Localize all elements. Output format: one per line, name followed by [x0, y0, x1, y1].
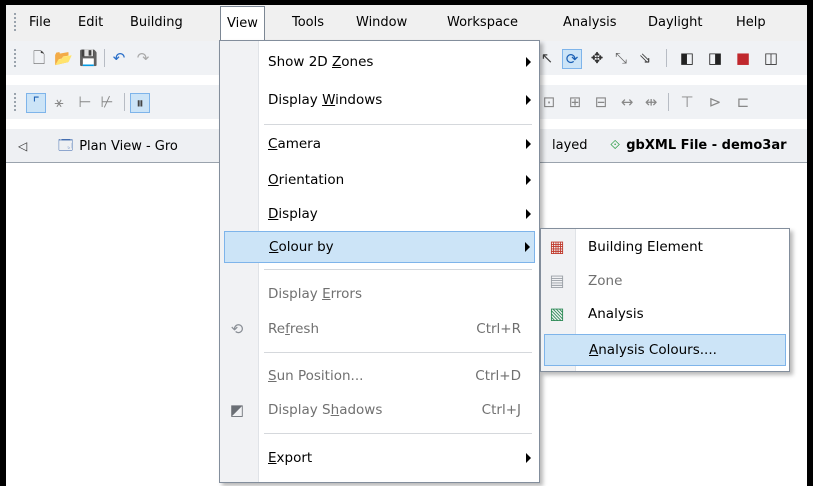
toolbar-separator: [104, 49, 105, 67]
toolbar-grip[interactable]: [14, 49, 16, 67]
measure-icon[interactable]: ↔: [618, 93, 636, 111]
analysis-colour-icon: ▧: [549, 304, 565, 323]
menubar-grip[interactable]: [14, 13, 16, 33]
grid-snap-icon[interactable]: ⊞: [566, 93, 584, 111]
submenu-arrow-icon: [526, 453, 531, 463]
menu-file[interactable]: File: [29, 13, 51, 33]
menu-item-camera[interactable]: Camera: [224, 129, 535, 159]
open-folder-icon[interactable]: 📂: [54, 49, 73, 67]
submenu-item-analysis[interactable]: ▧ Analysis: [544, 299, 786, 329]
tab-displayed[interactable]: layed: [552, 134, 588, 158]
plane-icon[interactable]: ⊡: [540, 93, 558, 111]
menu-building[interactable]: Building: [130, 13, 183, 33]
pan-icon[interactable]: ✥: [588, 49, 606, 67]
refresh-shortcut: Ctrl+R: [476, 321, 521, 337]
align-right-icon[interactable]: ⊳: [706, 93, 724, 111]
toolbar-separator: [668, 93, 669, 111]
menu-item-export[interactable]: Export: [224, 443, 535, 473]
window-frame-right: [807, 0, 813, 486]
tab-plan-view[interactable]: 🗔 Plan View - Gro: [58, 134, 178, 158]
toolbar-separator: [666, 49, 667, 67]
menu-window[interactable]: Window: [356, 13, 407, 33]
menu-daylight[interactable]: Daylight: [648, 13, 702, 33]
shadows-icon: ◩: [229, 401, 245, 419]
redo-icon[interactable]: ↷: [134, 49, 152, 67]
menu-analysis[interactable]: Analysis: [563, 13, 617, 33]
menu-edit[interactable]: Edit: [78, 13, 103, 33]
submenu-item-building-element[interactable]: ▦ Building Element: [544, 232, 786, 262]
submenu-item-zone[interactable]: ▤ Zone: [544, 266, 786, 296]
menu-view[interactable]: View: [220, 6, 265, 40]
menu-separator: [264, 433, 532, 434]
menu-separator: [264, 269, 532, 270]
submenu-item-analysis-colours[interactable]: Analysis Colours....: [544, 334, 786, 366]
align-top-icon[interactable]: ⊤: [678, 93, 696, 111]
dimension-icon[interactable]: ⊢: [76, 93, 94, 111]
save-icon[interactable]: 💾: [79, 49, 98, 67]
menu-item-display[interactable]: Display: [224, 199, 535, 229]
tab-gbxml-file[interactable]: ⟐ gbXML File - demo3ar: [610, 134, 787, 158]
view-menu-dropdown: Show 2D Zones Display Windows Camera Ori…: [219, 40, 540, 483]
menu-item-display-shadows[interactable]: ◩ Display Shadows Ctrl+J: [224, 395, 535, 425]
submenu-arrow-icon: [526, 209, 531, 219]
menu-bar: File Edit Building View Tools Window Wor…: [6, 5, 807, 41]
angle-dimension-icon[interactable]: ⊬: [98, 93, 116, 111]
building-element-colour-icon: ▦: [549, 237, 565, 256]
menu-workspace[interactable]: Workspace: [447, 13, 518, 33]
menu-separator: [264, 352, 532, 353]
box-red-icon[interactable]: ■: [734, 49, 752, 67]
box-solid-icon[interactable]: ◨: [706, 49, 724, 67]
tab-plan-view-label: Plan View - Gro: [79, 139, 178, 154]
menu-separator: [264, 124, 532, 125]
menu-item-colour-by[interactable]: Colour by: [224, 231, 535, 263]
colour-by-submenu: ▦ Building Element ▤ Zone ▧ Analysis Ana…: [540, 228, 790, 372]
zoom-icon[interactable]: ⤡: [612, 49, 630, 67]
menu-item-sun-position[interactable]: Sun Position... Ctrl+D: [224, 361, 535, 391]
menu-tools[interactable]: Tools: [292, 13, 324, 33]
submenu-arrow-icon: [526, 95, 531, 105]
submenu-arrow-icon: [525, 242, 530, 252]
select-icon[interactable]: ⇘: [636, 49, 654, 67]
tabs-scroll-left-icon[interactable]: ◁: [18, 134, 27, 158]
align-edge-icon[interactable]: ⊏: [734, 93, 752, 111]
menu-item-refresh[interactable]: ⟲ Refresh Ctrl+R: [224, 314, 535, 344]
cursor-icon[interactable]: ↖: [538, 49, 556, 67]
submenu-arrow-icon: [526, 139, 531, 149]
submenu-arrow-icon: [526, 175, 531, 185]
menu-item-display-errors[interactable]: Display Errors: [224, 279, 535, 309]
refresh-icon: ⟲: [230, 320, 244, 338]
submenu-arrow-icon: [526, 57, 531, 67]
wall-corner-icon[interactable]: ⌜: [26, 93, 46, 113]
sun-position-shortcut: Ctrl+D: [475, 368, 521, 384]
plan-view-icon: 🗔: [58, 138, 74, 154]
gbxml-icon: ⟐: [610, 138, 621, 153]
undo-icon[interactable]: ↶: [110, 49, 128, 67]
split-icon[interactable]: ⚹: [50, 93, 68, 111]
menu-item-orientation[interactable]: Orientation: [224, 165, 535, 195]
box-wire-icon[interactable]: ◫: [762, 49, 780, 67]
display-shadows-shortcut: Ctrl+J: [481, 402, 521, 418]
menu-item-display-windows[interactable]: Display Windows: [224, 85, 535, 115]
tab-gbxml-label: gbXML File - demo3ar: [626, 138, 787, 153]
zone-colour-icon: ▤: [549, 271, 565, 290]
new-file-icon[interactable]: 🗋: [30, 49, 48, 67]
rotate-icon[interactable]: ⟳: [562, 49, 582, 69]
box-outline-icon[interactable]: ◧: [678, 49, 696, 67]
menu-help[interactable]: Help: [736, 13, 766, 33]
grid-lock-icon[interactable]: ⊟: [592, 93, 610, 111]
toolbar-separator: [124, 93, 125, 111]
menu-item-show-2d-zones[interactable]: Show 2D Zones: [224, 47, 535, 77]
angle-measure-icon[interactable]: ⇹: [642, 93, 660, 111]
toolbar-grip[interactable]: [14, 93, 16, 111]
column-icon[interactable]: ⏸: [130, 93, 150, 113]
